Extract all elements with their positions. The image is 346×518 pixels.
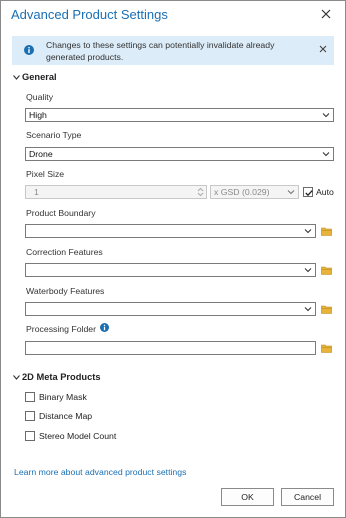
distance-map-label: Distance Map: [39, 411, 93, 421]
scenario-type-select[interactable]: Drone: [25, 147, 334, 161]
scenario-type-value: Drone: [29, 149, 53, 159]
advanced-product-settings-dialog: Advanced Product Settings Changes to the…: [0, 0, 346, 518]
folder-icon[interactable]: [321, 344, 332, 353]
checkmark-icon: [305, 190, 313, 197]
chevron-down-icon: [304, 229, 312, 234]
chevron-down-icon: [13, 72, 22, 82]
auto-checkbox[interactable]: [303, 187, 313, 197]
meta-products-section-header[interactable]: 2D Meta Products: [13, 372, 101, 382]
quality-label: Quality: [26, 92, 54, 102]
dialog-title: Advanced Product Settings: [11, 7, 168, 22]
close-icon[interactable]: [319, 7, 333, 21]
info-icon: [24, 45, 34, 55]
general-header-label: General: [22, 72, 57, 82]
waterbody-features-label: Waterbody Features: [26, 286, 105, 296]
quality-value: High: [29, 110, 47, 120]
banner-message: Changes to these settings can potentiall…: [46, 40, 275, 62]
pixel-size-input: 1: [25, 185, 207, 199]
info-icon[interactable]: [100, 323, 109, 332]
correction-features-label: Correction Features: [26, 247, 103, 257]
processing-folder-input[interactable]: [25, 341, 316, 355]
stereo-model-count-label: Stereo Model Count: [39, 431, 117, 441]
auto-label: Auto: [316, 187, 334, 197]
quality-select[interactable]: High: [25, 108, 334, 122]
pixel-size-value: 1: [34, 187, 39, 197]
cancel-button[interactable]: Cancel: [281, 488, 334, 506]
folder-icon[interactable]: [321, 227, 332, 236]
correction-features-select[interactable]: [25, 263, 316, 277]
chevron-down-icon: [287, 190, 295, 195]
waterbody-features-select[interactable]: [25, 302, 316, 316]
meta-products-header-label: 2D Meta Products: [22, 372, 101, 382]
learn-more-link[interactable]: Learn more about advanced product settin…: [14, 467, 186, 477]
gsd-value: x GSD (0.029): [214, 187, 270, 197]
gsd-select: x GSD (0.029): [210, 185, 299, 199]
product-boundary-label: Product Boundary: [26, 208, 96, 218]
chevron-down-icon: [304, 307, 312, 312]
folder-icon[interactable]: [321, 266, 332, 275]
processing-folder-label: Processing Folder: [26, 324, 97, 334]
chevron-down-icon: [322, 113, 330, 118]
spinner-arrows-icon: [197, 187, 204, 197]
product-boundary-select[interactable]: [25, 224, 316, 238]
binary-mask-checkbox[interactable]: [25, 392, 35, 402]
stereo-model-count-checkbox[interactable]: [25, 431, 35, 441]
ok-button[interactable]: OK: [221, 488, 274, 506]
scenario-type-label: Scenario Type: [26, 130, 82, 140]
banner-close-icon[interactable]: [318, 44, 328, 54]
info-banner: Changes to these settings can potentiall…: [12, 36, 334, 65]
chevron-down-icon: [13, 372, 22, 382]
general-section-header[interactable]: General: [13, 72, 57, 82]
binary-mask-label: Binary Mask: [39, 392, 87, 402]
distance-map-checkbox[interactable]: [25, 411, 35, 421]
chevron-down-icon: [304, 268, 312, 273]
pixel-size-label: Pixel Size: [26, 169, 65, 179]
chevron-down-icon: [322, 152, 330, 157]
folder-icon[interactable]: [321, 305, 332, 314]
